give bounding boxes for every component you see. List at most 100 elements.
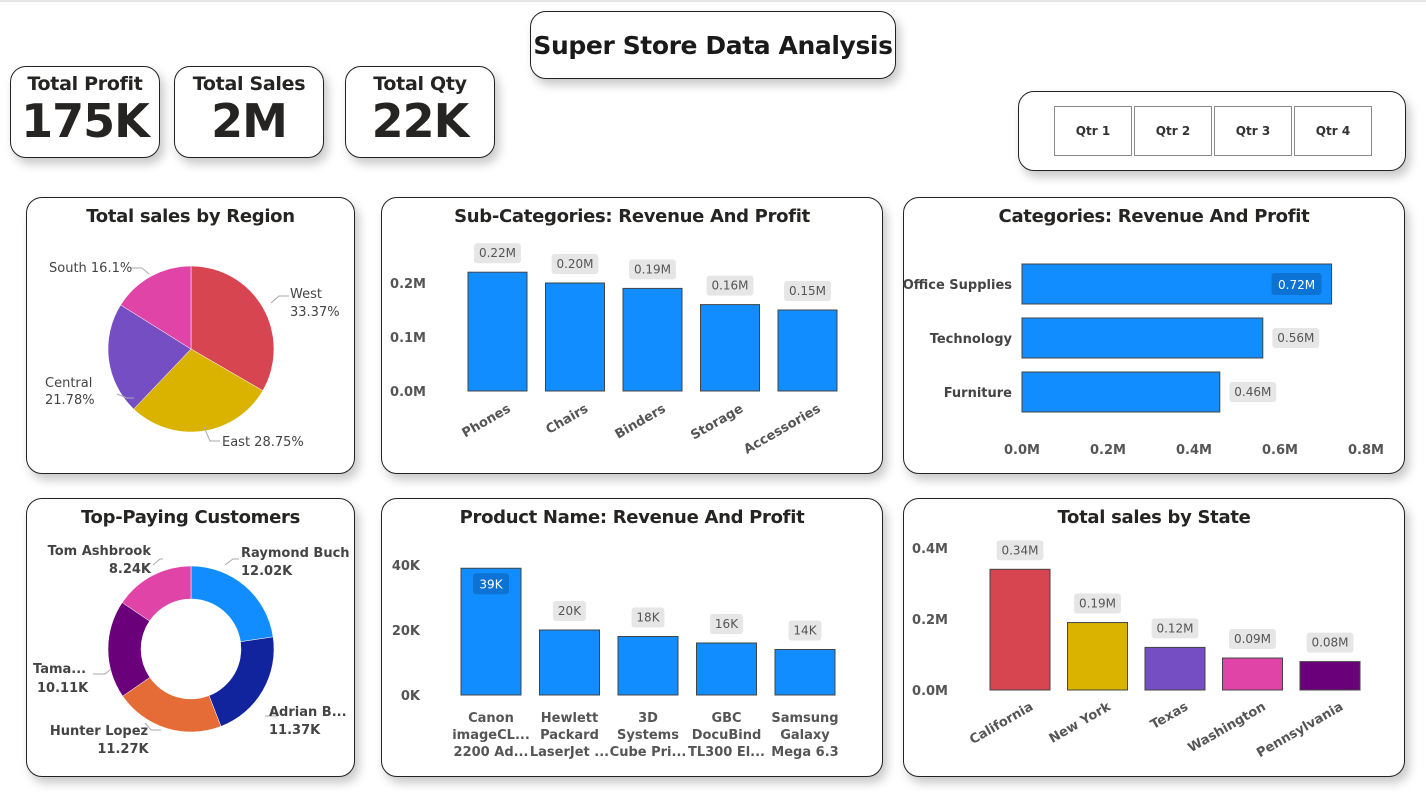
bar-3 bbox=[700, 304, 760, 392]
bar-0 bbox=[989, 568, 1051, 691]
leader-line bbox=[131, 267, 150, 275]
donut-label-name: Tom Ashbrook bbox=[48, 544, 152, 559]
data-label: 0.08M bbox=[1311, 636, 1348, 650]
x-category-label: Packard bbox=[540, 728, 599, 743]
dashboard-title-card: Super Store Data Analysis bbox=[530, 11, 896, 79]
data-label: 0.72M bbox=[1278, 278, 1315, 292]
pie-label-central: Central bbox=[45, 376, 92, 391]
y-tick-label: 0.0M bbox=[390, 385, 426, 400]
pie-value-west: 33.37% bbox=[290, 305, 340, 320]
x-category-label: 2200 Ad... bbox=[454, 745, 529, 760]
qtr-1-button[interactable]: Qtr 1 bbox=[1054, 106, 1132, 156]
leader-line bbox=[152, 558, 163, 566]
pie-label-south: South 16.1% bbox=[49, 261, 132, 276]
donut-label-name: Hunter Lopez bbox=[50, 724, 148, 739]
category-bar-chart: 0.0M 0.2M 0.4M 0.6M 0.8M Office Supplies 0.72M… bbox=[903, 263, 1384, 458]
x-category-label: Texas bbox=[1148, 699, 1191, 733]
bar-2 bbox=[622, 287, 683, 392]
data-label: 0.22M bbox=[479, 246, 516, 260]
leader-line bbox=[224, 558, 239, 566]
x-tick-label: 0.0M bbox=[1004, 443, 1040, 458]
x-category-label: Storage bbox=[688, 401, 746, 443]
data-label: 16K bbox=[715, 617, 739, 631]
bar-2 bbox=[1144, 646, 1206, 691]
kpi-total-profit: Total Profit 175K bbox=[10, 66, 160, 158]
qtr-4-button[interactable]: Qtr 4 bbox=[1294, 106, 1372, 156]
quarter-slicer: Qtr 1 Qtr 2 Qtr 3 Qtr 4 bbox=[1018, 91, 1406, 171]
leader-line bbox=[93, 668, 112, 675]
x-category-label: California bbox=[967, 699, 1036, 747]
data-label: 39K bbox=[479, 577, 503, 591]
x-category-label: Phones bbox=[460, 401, 514, 441]
x-category-label: Systems bbox=[617, 728, 679, 743]
donut-label-name: Raymond Buch bbox=[241, 546, 350, 561]
subcategory-panel: Sub-Categories: Revenue And Profit 0.0M 0… bbox=[381, 197, 883, 474]
data-label: 0.56M bbox=[1277, 331, 1314, 345]
kpi-total-sales: Total Sales 2M bbox=[174, 66, 324, 158]
subcategory-bar-chart: 0.0M 0.1M 0.2M 0.22M Phones 0.20M Chairs 0.19M B… bbox=[390, 243, 838, 458]
data-label: 14K bbox=[793, 624, 817, 638]
bar-2 bbox=[617, 636, 679, 696]
y-tick-label: 40K bbox=[392, 559, 421, 574]
customers-donut-chart: Raymond Buch 12.02K Adrian B... 11.37K Hunte… bbox=[33, 544, 350, 757]
data-label: 0.19M bbox=[634, 262, 671, 276]
x-category-label: Canon bbox=[468, 711, 514, 726]
donut-label-value: 10.11K bbox=[37, 681, 89, 696]
product-panel: Product Name: Revenue And Profit 0K 20K 40… bbox=[381, 498, 883, 777]
region-pie-panel: Total sales by Region West 33.37% East 28.… bbox=[26, 197, 355, 474]
donut-slice-1 bbox=[208, 636, 275, 727]
x-category-label: GBC bbox=[711, 711, 741, 726]
y-tick-label: 0.4M bbox=[912, 542, 948, 557]
data-label: 0.16M bbox=[711, 279, 748, 293]
x-category-label: Chairs bbox=[544, 401, 592, 437]
qtr-2-button[interactable]: Qtr 2 bbox=[1134, 106, 1212, 156]
y-tick-label: 20K bbox=[392, 624, 421, 639]
state-bar-chart: 0.0M 0.2M 0.4M 0.34M California 0.19M New York… bbox=[912, 540, 1361, 761]
top-divider bbox=[0, 0, 1426, 2]
donut-label-name: Adrian B... bbox=[269, 705, 347, 720]
x-category-label: Cube Pri... bbox=[610, 745, 687, 760]
y-tick-label: 0.0M bbox=[912, 684, 948, 699]
x-category-label: New York bbox=[1047, 699, 1114, 746]
data-label: 0.19M bbox=[1079, 597, 1116, 611]
x-category-label: Samsung bbox=[771, 711, 838, 726]
y-tick-label: 0K bbox=[401, 689, 421, 704]
qtr-3-button[interactable]: Qtr 3 bbox=[1214, 106, 1292, 156]
customers-panel: Top-Paying Customers Raymond Buch 12.02K A… bbox=[26, 498, 355, 777]
x-category-label: DocuBind bbox=[692, 728, 762, 743]
product-bar-chart: 0K 20K 40K 39K Canon imageCL... 2200 Ad... 20K H… bbox=[392, 559, 839, 760]
kpi-value: 22K bbox=[371, 94, 470, 148]
donut-label-value: 11.27K bbox=[97, 742, 149, 757]
x-tick-label: 0.2M bbox=[1090, 443, 1126, 458]
bar-4 bbox=[1299, 661, 1361, 691]
x-category-label: LaserJet ... bbox=[530, 745, 609, 760]
bar-4 bbox=[774, 649, 836, 696]
y-tick-label: 0.2M bbox=[390, 277, 426, 292]
bar-0 bbox=[467, 271, 528, 392]
state-panel: Total sales by State 0.0M 0.2M 0.4M 0.34M Ca… bbox=[903, 498, 1405, 777]
data-label: 0.46M bbox=[1234, 385, 1271, 399]
x-category-label: 3D bbox=[638, 711, 658, 726]
bar-3 bbox=[1222, 657, 1283, 691]
y-tick-label: 0.1M bbox=[390, 331, 426, 346]
kpi-label: Total Sales bbox=[192, 73, 306, 95]
y-category-label: Office Supplies bbox=[903, 278, 1013, 293]
bar-3 bbox=[696, 642, 757, 696]
data-label: 0.20M bbox=[556, 257, 593, 271]
kpi-total-qty: Total Qty 22K bbox=[345, 66, 495, 158]
donut-label-value: 12.02K bbox=[241, 564, 293, 579]
bar-1 bbox=[545, 282, 605, 392]
pie-label-east: East 28.75% bbox=[222, 435, 304, 450]
x-category-label: Hewlett bbox=[541, 711, 598, 726]
x-tick-label: 0.8M bbox=[1348, 443, 1384, 458]
kpi-value: 175K bbox=[21, 94, 150, 148]
x-category-label: Binders bbox=[613, 401, 669, 442]
kpi-label: Total Qty bbox=[373, 73, 467, 95]
x-category-label: TL300 El... bbox=[688, 745, 765, 760]
pie-value-central: 21.78% bbox=[45, 393, 95, 408]
x-category-label: Pennsylvania bbox=[1254, 699, 1346, 761]
donut-label-value: 11.37K bbox=[269, 723, 321, 738]
x-tick-label: 0.6M bbox=[1262, 443, 1298, 458]
y-category-label: Technology bbox=[930, 332, 1013, 347]
bar-1 bbox=[1067, 622, 1128, 691]
